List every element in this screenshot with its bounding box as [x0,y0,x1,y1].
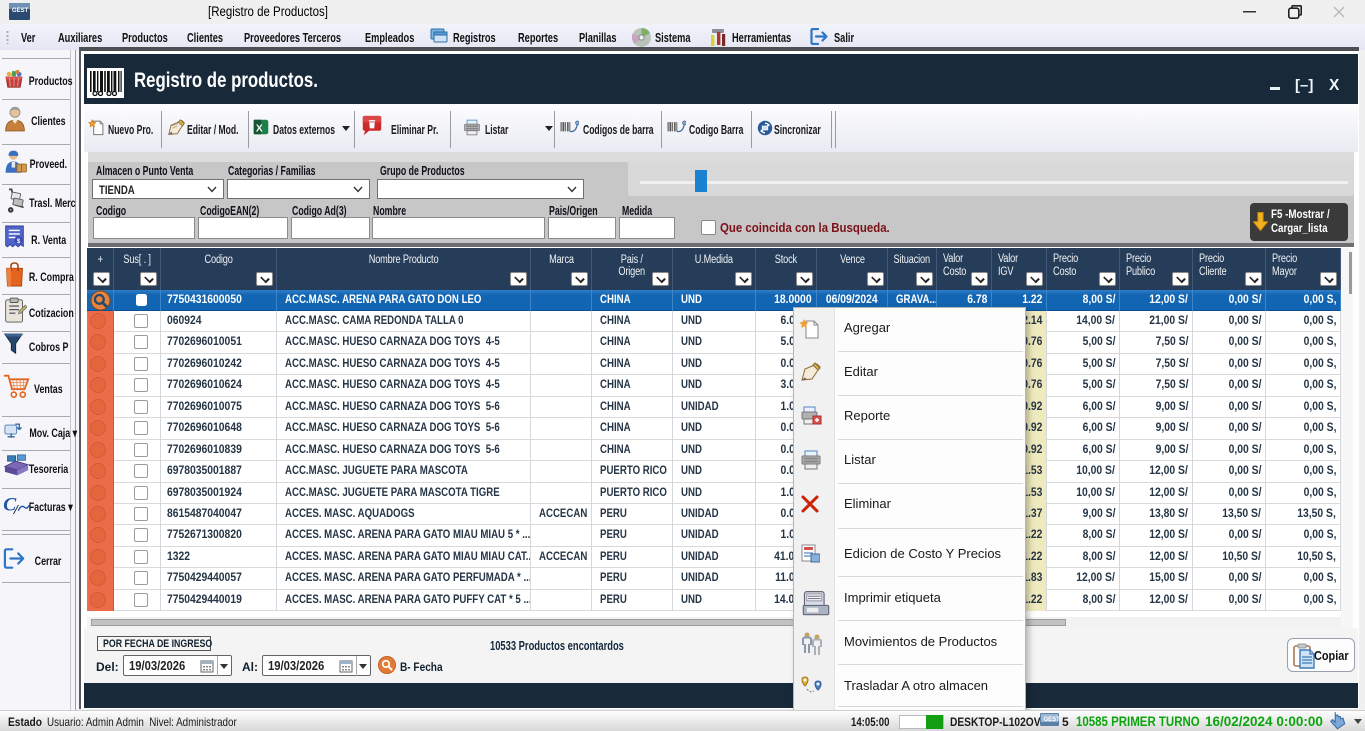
svg-text:GEST: GEST [1044,717,1060,723]
svg-text:X: X [256,123,263,134]
svg-text:GEST: GEST [12,8,29,14]
